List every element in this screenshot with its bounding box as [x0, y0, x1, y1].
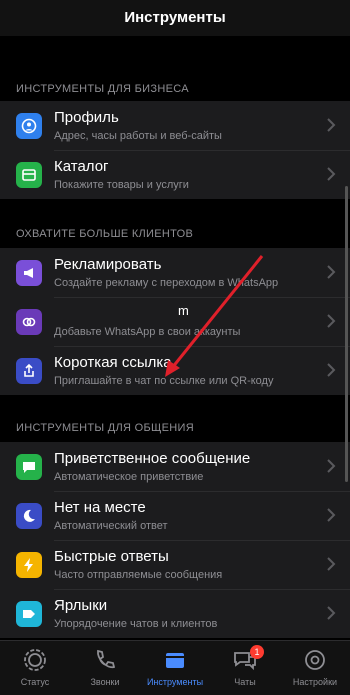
tab-chats[interactable]: 1 Чаты	[210, 645, 280, 687]
tab-calls[interactable]: Звонки	[70, 647, 140, 687]
tools-icon	[166, 653, 184, 668]
status-icon	[24, 649, 46, 671]
tab-label: Статус	[20, 677, 50, 687]
tab-settings[interactable]: Настройки	[280, 647, 350, 687]
gear-icon	[305, 650, 325, 670]
tab-label: Звонки	[90, 677, 120, 687]
tab-bar: Статус Звонки Инструменты 1 Чаты Настрой…	[0, 640, 350, 695]
unread-badge: 1	[250, 645, 264, 659]
tab-tools[interactable]: Инструменты	[140, 647, 210, 687]
annotation-arrow	[165, 255, 264, 377]
phone-icon	[97, 649, 116, 669]
tab-label: Чаты	[234, 677, 256, 687]
tab-label: Настройки	[292, 677, 338, 687]
tab-label: Инструменты	[146, 677, 204, 687]
tab-status[interactable]: Статус	[0, 647, 70, 687]
